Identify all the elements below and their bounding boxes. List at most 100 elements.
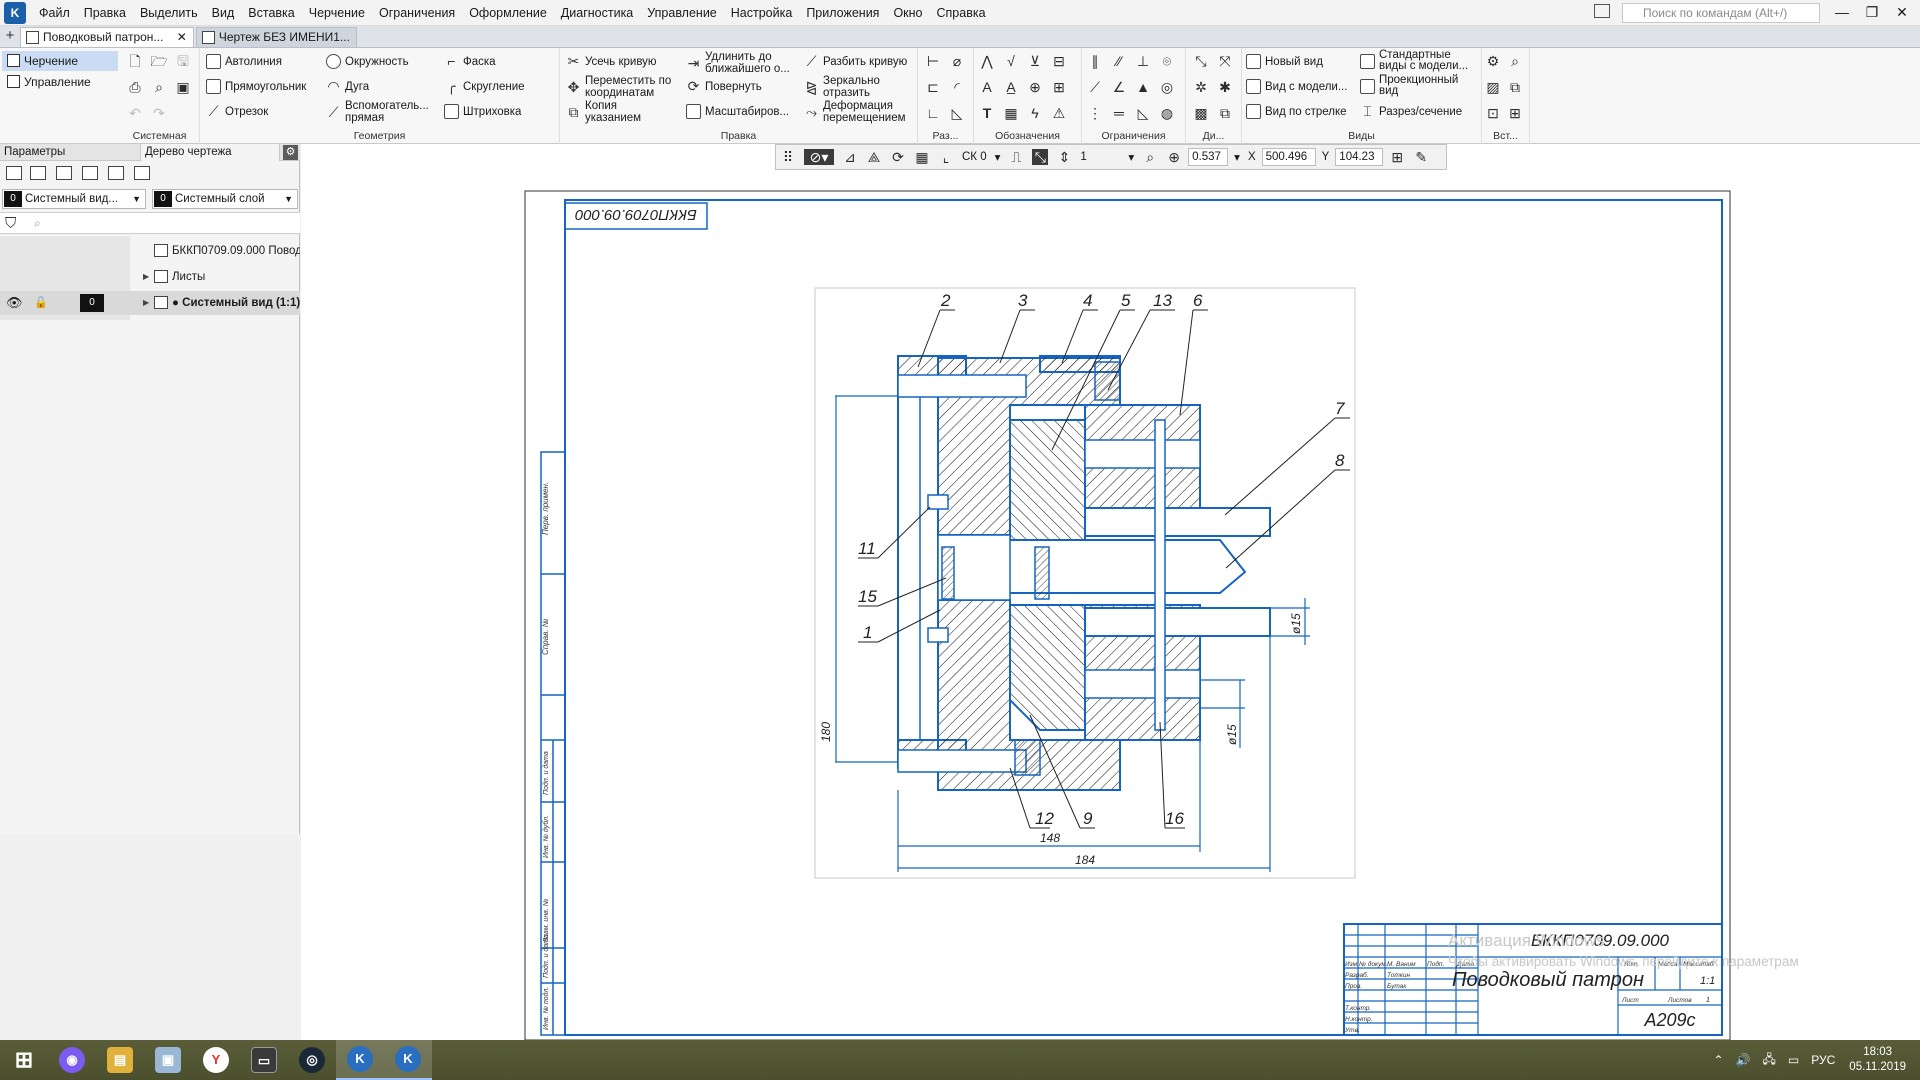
split-curve-button[interactable]: ⟋ Разбить кривую [804,54,908,69]
insert-macro-icon[interactable]: ⊞ [1506,104,1524,122]
angle-dim-icon[interactable]: ∟ [924,104,942,122]
tab-untitled-drawing[interactable]: Чертеж БЕЗ ИМЕНИ1... [195,27,357,47]
insert-object-icon[interactable]: ⊡ [1484,104,1502,122]
menu-apps[interactable]: Приложения [799,0,886,26]
insert-search-icon[interactable]: ⌕ [1506,52,1524,70]
menu-settings[interactable]: Настройка [724,0,800,26]
linear-dim-icon[interactable]: ⊏ [924,78,942,96]
point-on-curve-icon[interactable]: ◍ [1158,104,1176,122]
auto-dim-icon[interactable]: ◺ [948,104,966,122]
filter-icon[interactable]: ⛉ [5,215,16,232]
move-by-coords-button[interactable]: ✥ Переместить по координатам [566,75,684,99]
section-button[interactable]: ⌶ Разрез/сечение [1360,104,1462,119]
chamfer-button[interactable]: ⌐ Фаска [444,54,495,69]
scale-button[interactable]: Масштабиров... [686,104,789,119]
redo-icon[interactable]: ↷ [150,104,168,122]
text-icon[interactable]: T [978,104,996,122]
copy-button[interactable]: ⧉ Копия указанием [566,100,666,124]
tab-close-icon[interactable]: ✕ [177,30,187,44]
layer-select[interactable]: 0 Системный слой ▼ [152,189,298,209]
fillet-button[interactable]: ╭ Скругление [444,79,524,94]
y-coordinate-field[interactable]: 104.23 [1335,148,1384,166]
new-view-button[interactable]: Новый вид [1246,54,1323,69]
menu-select[interactable]: Выделить [133,0,205,26]
autoline-button[interactable]: Автолиния [206,54,282,69]
tree-item-sheets[interactable]: ▶ Листы [0,265,300,289]
mark-icon[interactable]: A̲ [1002,78,1020,96]
menu-manage[interactable]: Управление [640,0,724,26]
taskbar-app-kompas-2[interactable]: K [384,1040,432,1080]
menu-view[interactable]: Вид [205,0,242,26]
tolerance-icon[interactable]: ⊟ [1050,52,1068,70]
break-icon[interactable]: ϟ [1026,104,1044,122]
fix-icon[interactable]: ▲ [1134,78,1152,96]
menu-diagnostics[interactable]: Диагностика [554,0,640,26]
text-mark-icon[interactable]: A [978,78,996,96]
extend-button[interactable]: ⇥ Удлинить до ближайшего о... [686,51,798,75]
table-icon[interactable]: ⊞ [1050,78,1068,96]
tab-drawing-tree[interactable]: Дерево чертежа [140,144,280,161]
network-icon[interactable]: 🖧 [1763,1050,1776,1071]
arrow-view-button[interactable]: Вид по стрелке [1246,104,1347,119]
collinear-icon[interactable]: ⟋ [1086,78,1104,96]
refresh-icon[interactable]: ⟳ [890,149,906,165]
new-doc-icon[interactable]: 🗋 [126,52,144,70]
taskbar-app-yandex[interactable]: Y [192,1040,240,1080]
gear-icon[interactable]: ⚙ [283,145,298,160]
layout-icon[interactable] [1594,4,1610,18]
axis-icon[interactable]: ⊕ [1026,78,1044,96]
insert-image-icon[interactable]: ▨ [1484,78,1502,96]
coincident-icon[interactable]: ⁄⁄ [1110,52,1128,70]
zoom-window-icon[interactable]: ⌕ [1142,149,1158,165]
tree-image-icon[interactable] [108,166,124,180]
tree-views-icon[interactable] [82,166,98,180]
zoom-field[interactable]: 0.537 [1188,148,1229,166]
battery-icon[interactable]: ▭ [1788,1053,1799,1067]
taskbar-app-alice[interactable]: ◉ [48,1040,96,1080]
segment-button[interactable]: ⟋ Отрезок [206,104,269,119]
clock[interactable]: 18:03 05.11.2019 [1849,1045,1906,1075]
diag-grid-icon[interactable]: ▩ [1192,104,1210,122]
rectangle-button[interactable]: Прямоугольник [206,79,306,94]
tree-item-document[interactable]: БККП0709.09.000 Поводковый патрон [0,239,300,263]
diag-check-icon[interactable]: ⤡ [1192,52,1210,70]
undo-icon[interactable]: ↶ [126,104,144,122]
diameter-icon[interactable]: ⌀ [948,52,966,70]
snap-mode-icon[interactable]: ⊘▾ [804,149,834,165]
diag-gear-icon[interactable]: ✱ [1216,78,1234,96]
language-indicator[interactable]: РУС [1811,1053,1835,1067]
menu-design[interactable]: Оформление [462,0,554,26]
grid-icon[interactable]: ▦ [914,149,930,165]
print-icon[interactable]: ⎙ [126,78,144,96]
kompas-logo-icon[interactable]: K [4,1,26,24]
tab-parameters[interactable]: Параметры [0,144,69,161]
menu-help[interactable]: Справка [930,0,993,26]
dimension-icon[interactable]: ⊢ [924,52,942,70]
chevron-down-icon[interactable]: ▾ [1128,150,1134,164]
view-from-model-button[interactable]: Вид с модели... [1246,79,1347,94]
equal-icon[interactable]: ═ [1110,104,1128,122]
step-value[interactable]: 1 [1080,151,1120,163]
tree-layers-icon[interactable] [56,166,72,180]
taskbar-app-explorer[interactable]: ▤ [96,1040,144,1080]
step-icon[interactable]: ⎍ [1008,149,1024,165]
chevron-down-icon[interactable]: ▾ [995,150,1001,164]
drawing-canvas[interactable]: БККП0709.09.000 Перв. примен. Справ. № П… [301,144,1920,1040]
concentric-icon[interactable]: ◎ [1158,78,1176,96]
save-icon[interactable]: 🖫 [174,52,192,70]
lock-icon[interactable]: 🔓 [34,291,48,315]
menu-drawing[interactable]: Черчение [302,0,372,26]
local-snap-icon[interactable]: ⟁ [866,149,882,165]
menu-file[interactable]: Файл [32,0,77,26]
taskbar-app-terminal[interactable]: ▭ [240,1040,288,1080]
mirror-button[interactable]: ⧎ Зеркально отразить [804,75,914,99]
mode-manage[interactable]: Управление [2,72,118,92]
tree-item-system-view[interactable]: 👁 🔓 0 ▶ ● Системный вид (1:1) [0,291,300,315]
parallel-icon[interactable]: ∥ [1086,52,1104,70]
perpendicular-icon[interactable]: ⊥ [1134,52,1152,70]
projection-view-button[interactable]: Проекционный вид [1360,74,1480,97]
horizontal-icon[interactable]: ∠ [1110,78,1128,96]
radius-icon[interactable]: ◜ [948,78,966,96]
leader-icon[interactable]: ⋀ [978,52,996,70]
taskbar-app-viewer[interactable]: ▣ [144,1040,192,1080]
